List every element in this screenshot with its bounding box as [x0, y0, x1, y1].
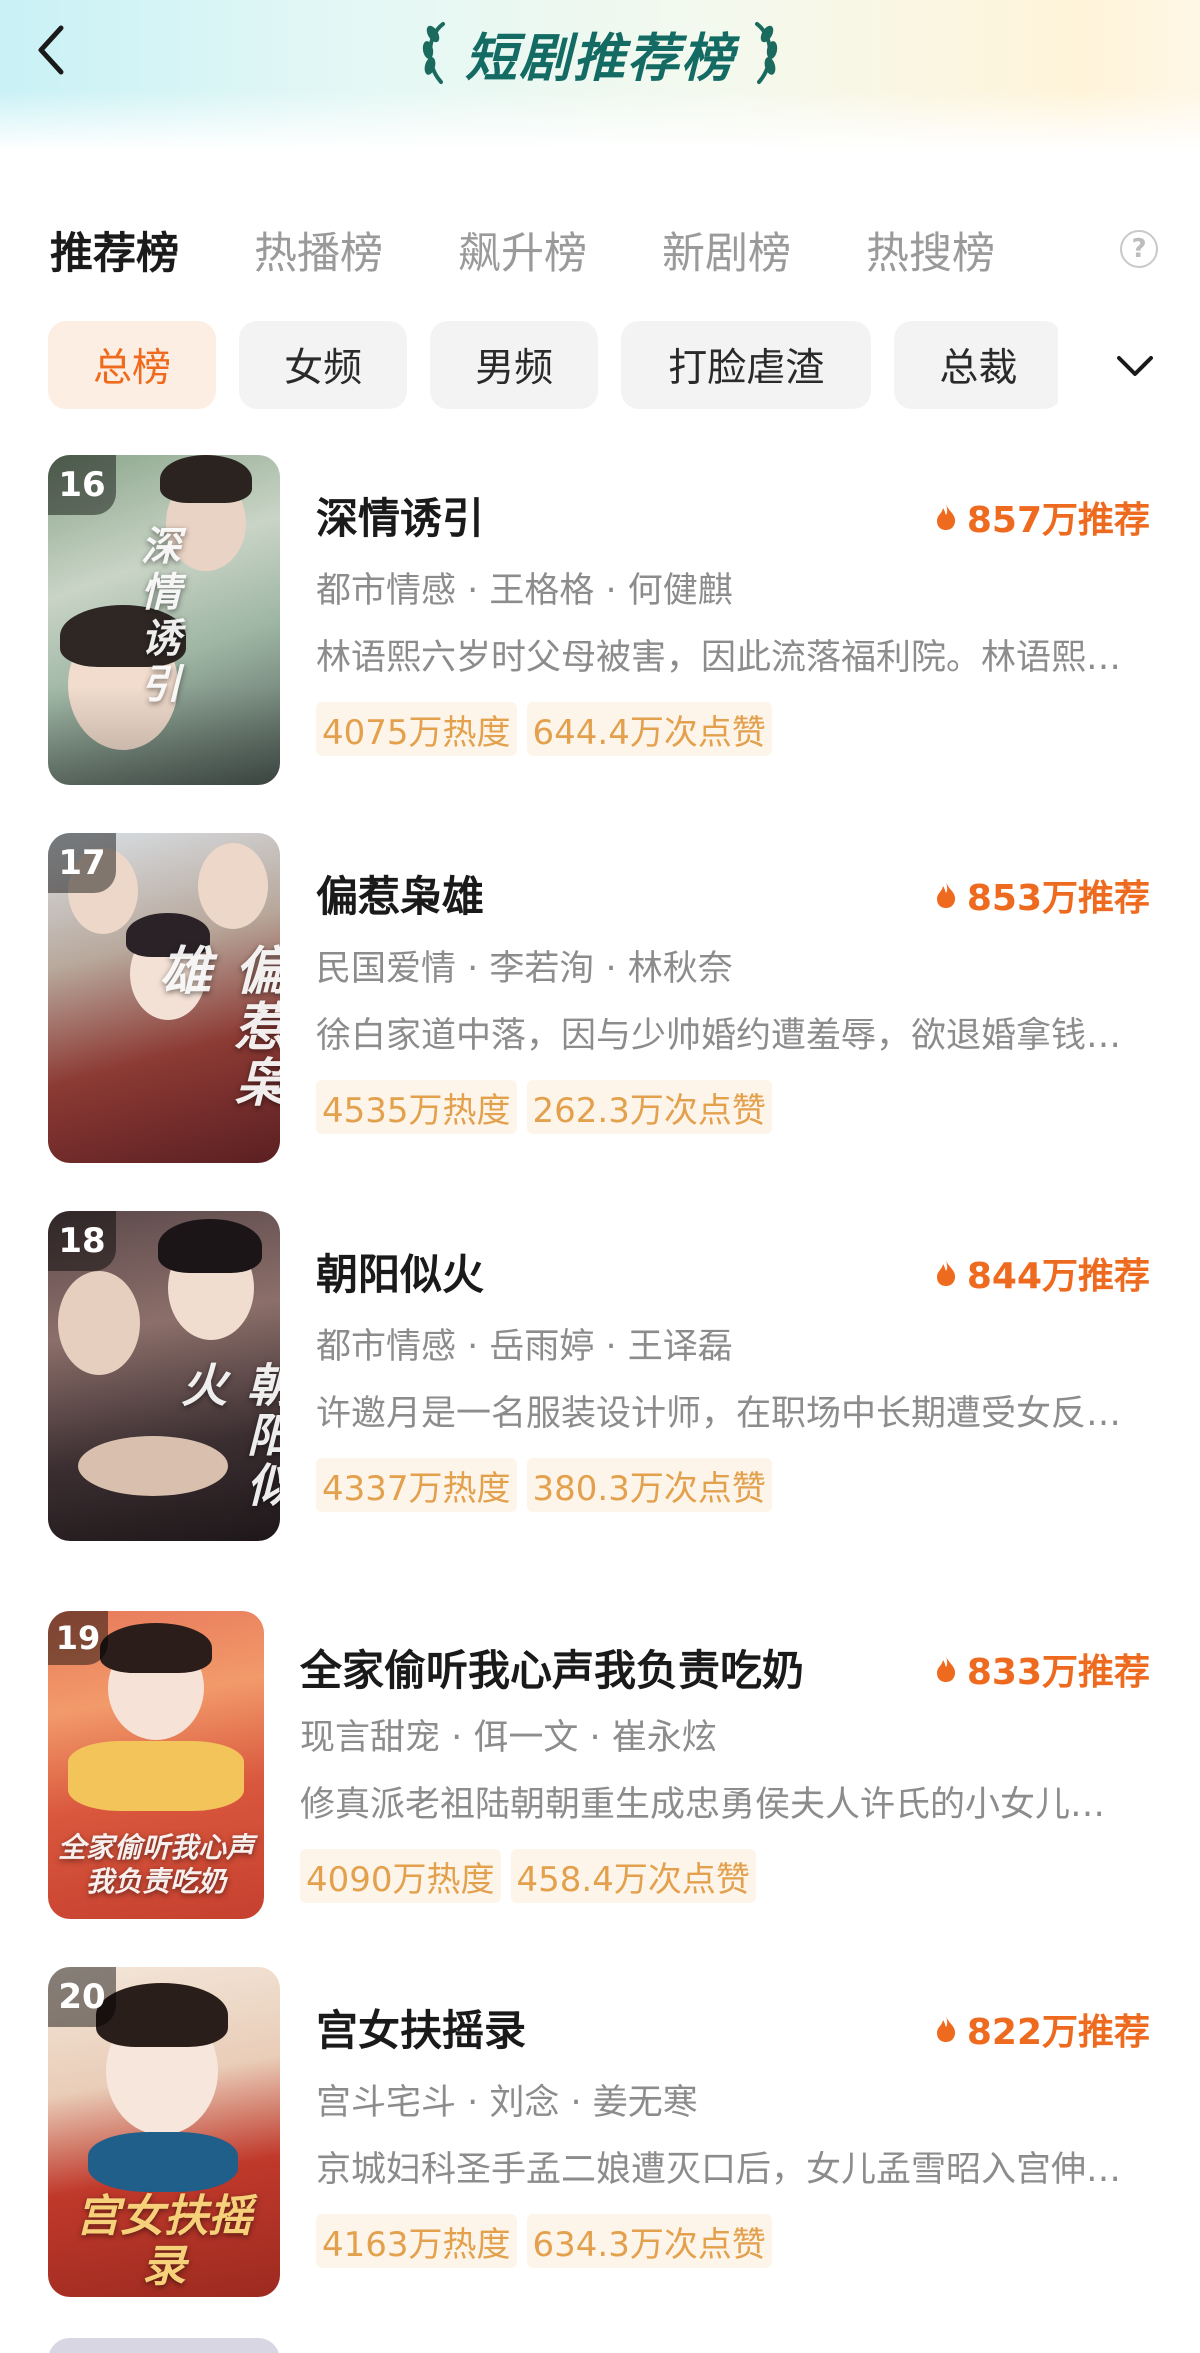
rank-badge: 19: [48, 1611, 108, 1665]
page-title-bar: 短剧推荐榜: [0, 18, 1200, 89]
drama-description: 徐白家道中落，因与少帅婚约遭羞辱，欲退婚拿钱…: [316, 1016, 1122, 1056]
recommend-count: 844万推荐: [935, 1247, 1150, 1299]
poster-image: 朝阳似火 18: [48, 1211, 280, 1541]
rank-badge: 18: [48, 1211, 116, 1271]
list-item[interactable]: 全家偷听我心声 我负责吃奶 19 全家偷听我心声我负责吃奶 833万推荐 现言甜…: [0, 1611, 1200, 1921]
flame-icon: [936, 882, 955, 908]
drama-meta: 宫斗宅斗 · 刘念 · 姜无寒: [316, 2083, 698, 2123]
tab-hot-search[interactable]: 热搜榜: [866, 219, 995, 281]
tab-hot-play[interactable]: 热播榜: [254, 219, 383, 281]
drama-title[interactable]: 宫女扶摇录: [316, 1997, 526, 2058]
chip-face-slap[interactable]: 打脸虐渣: [621, 321, 872, 409]
drama-description: 林语熙六岁时父母被害，因此流落福利院。林语熙…: [316, 638, 1122, 678]
flame-icon: [936, 504, 955, 530]
drama-meta: 都市情感 · 岳雨婷 · 王译磊: [316, 1327, 733, 1367]
next-poster-peek: [48, 2338, 280, 2353]
likes-tag: 262.3万次点赞: [526, 1080, 772, 1134]
chip-all[interactable]: 总榜: [48, 321, 216, 409]
poster-image: 偏惹枭雄 17: [48, 833, 280, 1163]
drama-meta: 现言甜宠 · 佴一文 · 崔永炫: [300, 1718, 717, 1758]
drama-title[interactable]: 偏惹枭雄: [316, 863, 484, 924]
expand-categories-button[interactable]: [1070, 321, 1200, 411]
drama-meta: 民国爱情 · 李若洵 · 林秋奈: [316, 949, 733, 989]
drama-meta: 都市情感 · 王格格 · 何健麒: [316, 571, 733, 611]
drama-stats: 4075万热度 644.4万次点赞: [316, 702, 782, 756]
chip-male[interactable]: 男频: [430, 321, 599, 409]
drama-title[interactable]: 朝阳似火: [316, 1241, 484, 1302]
flame-icon: [936, 1260, 955, 1286]
chip-female[interactable]: 女频: [239, 321, 408, 409]
recommend-count: 822万推荐: [935, 2003, 1150, 2055]
flame-icon: [936, 1656, 955, 1682]
poster-title: 宫女扶摇录: [76, 2191, 252, 2292]
tab-rising[interactable]: 飙升榜: [458, 219, 587, 281]
poster-title: 深情诱引: [134, 525, 181, 709]
list-item[interactable]: 深情诱引 16 深情诱引 857万推荐 都市情感 · 王格格 · 何健麒 林语熙…: [0, 455, 1200, 790]
drama-stats: 4163万热度 634.3万次点赞: [316, 2214, 782, 2268]
heat-tag: 4535万热度: [316, 1080, 517, 1134]
poster-image: 全家偷听我心声 我负责吃奶 19: [48, 1611, 264, 1919]
drama-title[interactable]: 全家偷听我心声我负责吃奶: [300, 1637, 804, 1698]
likes-tag: 458.4万次点赞: [510, 1849, 756, 1903]
drama-stats: 4090万热度 458.4万次点赞: [300, 1849, 766, 1903]
category-chips: 总榜 女频 男频 打脸虐渣 总裁: [48, 321, 1058, 411]
poster-title: 朝阳似火: [174, 1361, 280, 1511]
laurel-right-icon: [755, 22, 778, 84]
poster-image: 宫女扶摇录 20: [48, 1967, 280, 2297]
drama-description: 修真派老祖陆朝朝重生成忠勇侯夫人许氏的小女儿…: [300, 1785, 1106, 1825]
rank-badge: 17: [48, 833, 116, 893]
laurel-left-icon: [422, 22, 445, 84]
heat-tag: 4090万热度: [300, 1849, 501, 1903]
recommend-count: 853万推荐: [935, 869, 1150, 921]
poster-image: 深情诱引 16: [48, 455, 280, 785]
heat-tag: 4337万热度: [316, 1458, 517, 1512]
chevron-down-icon: [1117, 356, 1153, 376]
drama-stats: 4535万热度 262.3万次点赞: [316, 1080, 782, 1134]
drama-title[interactable]: 深情诱引: [316, 485, 484, 546]
tab-new[interactable]: 新剧榜: [662, 219, 791, 281]
rank-badge: 20: [48, 1967, 116, 2027]
list-item[interactable]: 宫女扶摇录 20 宫女扶摇录 822万推荐 宫斗宅斗 · 刘念 · 姜无寒 京城…: [0, 1967, 1200, 2302]
heat-tag: 4163万热度: [316, 2214, 517, 2268]
heat-tag: 4075万热度: [316, 702, 517, 756]
tab-recommend[interactable]: 推荐榜: [50, 219, 179, 281]
list-item[interactable]: 偏惹枭雄 17 偏惹枭雄 853万推荐 民国爱情 · 李若洵 · 林秋奈 徐白家…: [0, 833, 1200, 1168]
likes-tag: 380.3万次点赞: [526, 1458, 772, 1512]
rank-badge: 16: [48, 455, 116, 515]
page-title: 短剧推荐榜: [464, 28, 735, 89]
likes-tag: 644.4万次点赞: [526, 702, 772, 756]
list-item[interactable]: 朝阳似火 18 朝阳似火 844万推荐 都市情感 · 岳雨婷 · 王译磊 许邀月…: [0, 1211, 1200, 1546]
drama-description: 许邀月是一名服装设计师，在职场中长期遭受女反…: [316, 1394, 1122, 1434]
poster-title: 全家偷听我心声 我负责吃奶: [58, 1831, 255, 1898]
help-icon[interactable]: ?: [1120, 230, 1158, 268]
drama-stats: 4337万热度 380.3万次点赞: [316, 1458, 782, 1512]
drama-description: 京城妇科圣手孟二娘遭灭口后，女儿孟雪昭入宫伸…: [316, 2150, 1122, 2190]
recommend-count: 857万推荐: [935, 491, 1150, 543]
flame-icon: [936, 2016, 955, 2042]
recommend-count: 833万推荐: [935, 1643, 1150, 1695]
poster-title: 偏惹枭雄: [150, 943, 280, 1111]
chip-ceo[interactable]: 总裁: [894, 321, 1058, 409]
likes-tag: 634.3万次点赞: [526, 2214, 772, 2268]
ranking-tabs: 推荐榜 热播榜 飙升榜 新剧榜 热搜榜: [50, 212, 1160, 288]
